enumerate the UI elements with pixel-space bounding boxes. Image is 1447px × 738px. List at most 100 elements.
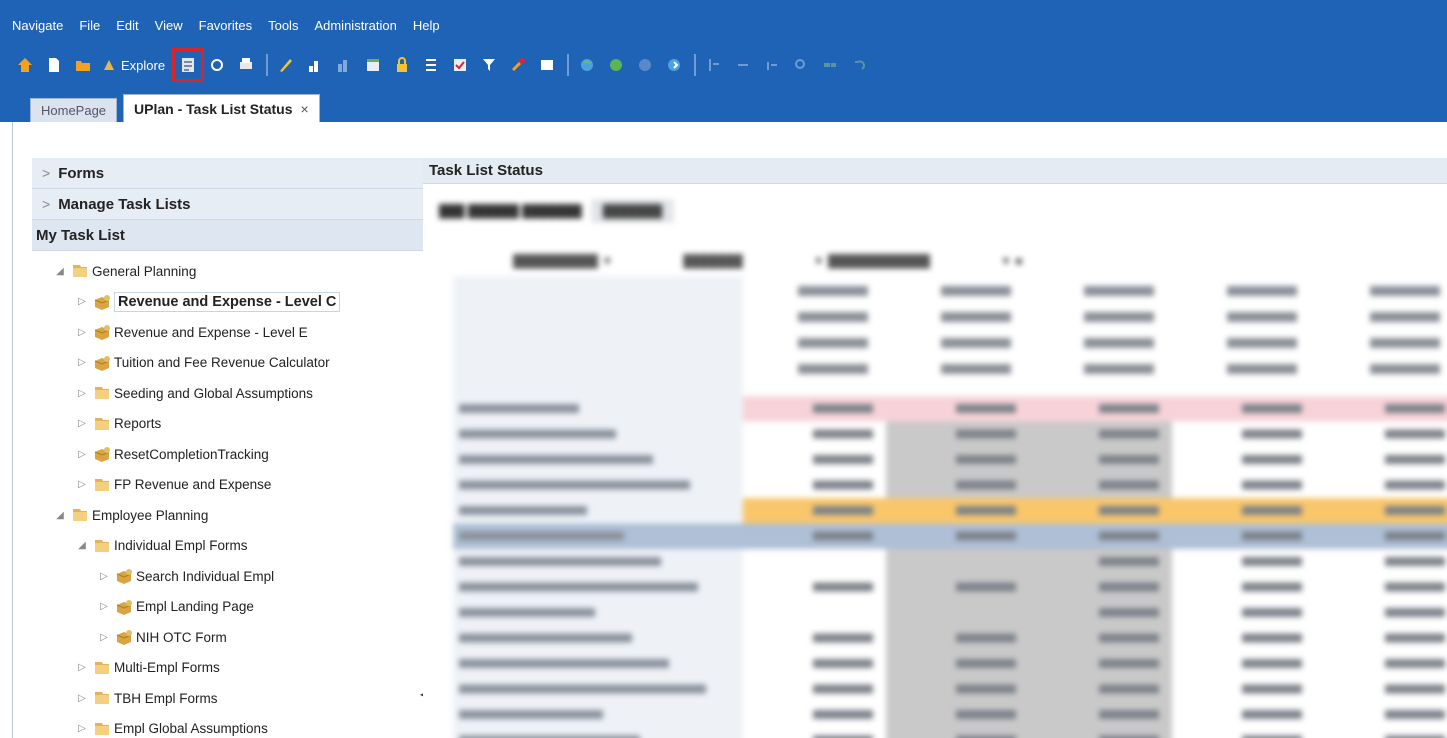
collapsed-toggle-icon[interactable]: ▷ (76, 327, 88, 338)
globe-icon[interactable] (576, 54, 598, 76)
tree-item[interactable]: ▷ Empl Landing Page (32, 592, 425, 623)
dimension-selectors: ██████████ ▼ ███████ ▼ ████████████ ▼ ■ (513, 248, 1092, 274)
home-icon[interactable] (14, 54, 36, 76)
new-document-icon[interactable] (43, 54, 65, 76)
folder-icon (92, 415, 112, 433)
grid-cell-value (1242, 684, 1302, 694)
tree-item-label: Search Individual Empl (136, 568, 275, 584)
dimension-selector[interactable]: ▼ ████████████ (813, 254, 930, 268)
tree-item[interactable]: ▷ FP Revenue and Expense (32, 470, 425, 501)
panel-title: Task List Status (423, 158, 1447, 184)
tree-item[interactable]: ▷ ResetCompletionTracking (32, 439, 425, 470)
window-icon[interactable] (536, 54, 558, 76)
dimension-selector[interactable]: ███████ (683, 254, 743, 268)
open-folder-icon[interactable] (72, 54, 94, 76)
grid-cell-value (1385, 633, 1445, 643)
my-task-list-accordion[interactable]: My Task List (32, 220, 424, 251)
calculate-icon[interactable] (449, 54, 471, 76)
expanded-toggle-icon[interactable]: ◢ (54, 510, 66, 521)
print-icon[interactable] (235, 54, 257, 76)
menu-edit[interactable]: Edit (116, 18, 138, 40)
tree-item[interactable]: ◢ Employee Planning (32, 500, 425, 531)
collapsed-toggle-icon[interactable]: ▷ (76, 449, 88, 460)
tab-task-list-status[interactable]: UPlan - Task List Status × (123, 94, 320, 122)
menu-administration[interactable]: Administration (314, 18, 396, 40)
grid-row-label (459, 557, 661, 566)
grid-cell-value (1385, 608, 1445, 617)
menu-navigate[interactable]: Navigate (12, 18, 63, 40)
tree-item[interactable]: ▷ Reports (32, 409, 425, 440)
task-icon (114, 598, 134, 616)
edit-icon[interactable] (275, 54, 297, 76)
tree-item[interactable]: ▷ TBH Empl Forms (32, 683, 425, 714)
tree-item[interactable]: ▷ Multi-Empl Forms (32, 653, 425, 684)
menu-favorites[interactable]: Favorites (199, 18, 252, 40)
task-list-icon[interactable] (172, 48, 205, 82)
menu-view[interactable]: View (155, 18, 183, 40)
manage-task-lists-accordion[interactable]: > Manage Task Lists (32, 189, 424, 220)
collapsed-toggle-icon[interactable]: ▷ (76, 296, 88, 307)
collapsed-toggle-icon[interactable]: ▷ (76, 723, 88, 734)
grid-cell-value (1385, 455, 1445, 464)
tree-item[interactable]: ▷ Revenue and Expense - Level E (32, 317, 425, 348)
collapsed-toggle-icon[interactable]: ▷ (76, 662, 88, 673)
dimension-selector[interactable]: ▼ ■ (1000, 254, 1022, 268)
link-icon[interactable] (819, 54, 841, 76)
grid-cell-value (1385, 531, 1445, 541)
tree-item[interactable]: ▷ NIH OTC Form (32, 622, 425, 653)
menu-file[interactable]: File (79, 18, 100, 40)
grid-header-text (798, 338, 868, 348)
undo-icon[interactable] (848, 54, 870, 76)
expanded-toggle-icon[interactable]: ◢ (76, 540, 88, 551)
adjust-icon[interactable] (304, 54, 326, 76)
menu-help[interactable]: Help (413, 18, 440, 40)
collapsed-toggle-icon[interactable]: ▷ (76, 418, 88, 429)
outdent-icon[interactable] (761, 54, 783, 76)
tab-task-list-status-label: UPlan - Task List Status (134, 100, 293, 117)
tree-item[interactable]: ◢ Individual Empl Forms (32, 531, 425, 562)
zoom-icon[interactable] (790, 54, 812, 76)
tree-item[interactable]: ▷ Search Individual Empl (32, 561, 425, 592)
collapsed-toggle-icon[interactable]: ▷ (98, 571, 110, 582)
list-icon[interactable] (420, 54, 442, 76)
refresh-icon[interactable] (206, 54, 228, 76)
menu-tools[interactable]: Tools (268, 18, 298, 40)
grid-row-label (459, 531, 624, 541)
expanded-toggle-icon[interactable]: ◢ (54, 266, 66, 277)
tools-icon[interactable] (507, 54, 529, 76)
tab-homepage[interactable]: HomePage (30, 98, 118, 122)
outline-icon[interactable] (703, 54, 725, 76)
grid-cell-value (813, 429, 873, 439)
grid-header-text (941, 312, 1011, 322)
dimension-selector[interactable]: ██████████ ▼ (513, 254, 613, 268)
tree-item[interactable]: ▷ Empl Global Assumptions (32, 714, 425, 738)
explore-button[interactable]: Explore (101, 57, 165, 73)
tree-item[interactable]: ▷ Seeding and Global Assumptions (32, 378, 425, 409)
filter-icon[interactable] (478, 54, 500, 76)
indent-icon[interactable] (732, 54, 754, 76)
tree-item-label: Empl Global Assumptions (114, 721, 268, 737)
spreadsheet-icon[interactable] (362, 54, 384, 76)
task-list-status-panel: Task List Status ███ ██████ ███████ ████… (423, 158, 1447, 738)
lock-icon[interactable] (391, 54, 413, 76)
collapsed-toggle-icon[interactable]: ▷ (76, 479, 88, 490)
globe-arrow-icon[interactable] (663, 54, 685, 76)
close-tab-icon[interactable]: × (301, 101, 309, 117)
grid-header-text (941, 364, 1011, 374)
grid-cell-value (1099, 429, 1159, 439)
collapsed-toggle-icon[interactable]: ▷ (76, 357, 88, 368)
grow-icon[interactable] (333, 54, 355, 76)
pov-chip[interactable]: ███████ (591, 200, 674, 222)
globe-check-icon[interactable] (605, 54, 627, 76)
collapsed-toggle-icon[interactable]: ▷ (98, 632, 110, 643)
tree-item[interactable]: ◢ General Planning (32, 256, 425, 287)
collapsed-toggle-icon[interactable]: ▷ (76, 388, 88, 399)
forms-accordion[interactable]: > Forms (32, 158, 424, 189)
globe-disabled-icon[interactable] (634, 54, 656, 76)
tree-item[interactable]: ▷ Tuition and Fee Revenue Calculator (32, 348, 425, 379)
menu-bar: Navigate File Edit View Favorites Tools Admini… (12, 18, 456, 40)
collapsed-toggle-icon[interactable]: ▷ (76, 693, 88, 704)
collapsed-toggle-icon[interactable]: ▷ (98, 601, 110, 612)
tree-item[interactable]: ▷ Revenue and Expense - Level C (32, 287, 425, 318)
grid-row-label (459, 659, 669, 668)
